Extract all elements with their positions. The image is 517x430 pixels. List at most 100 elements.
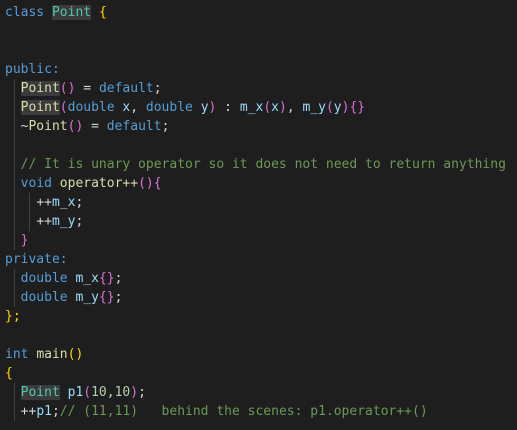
code-line: public: <box>5 60 60 79</box>
code-token: ( <box>59 100 68 115</box>
code-token: { <box>98 5 107 20</box>
code-line: } <box>5 231 29 250</box>
code-line: Point p1(10,10); <box>5 383 146 402</box>
code-line: // It is unary operator so it does not n… <box>5 155 506 174</box>
code-token: p1 <box>67 385 84 400</box>
code-token: ; <box>161 119 170 134</box>
code-token: Point <box>28 119 68 134</box>
code-token: ; <box>51 404 60 419</box>
code-line: { <box>5 364 13 383</box>
code-token: m_x <box>239 100 264 115</box>
code-token: public: <box>5 62 60 77</box>
code-token: } <box>20 233 29 248</box>
code-token: ; <box>75 214 84 229</box>
code-token: : <box>216 100 240 115</box>
code-token: {} <box>98 290 115 305</box>
code-token: // (11,11) behind the scenes: p1.operato… <box>59 404 428 419</box>
code-token: = <box>83 119 107 134</box>
code-line: ++m_x; <box>5 193 83 212</box>
code-token: m_x <box>75 271 99 286</box>
code-token: class <box>5 5 45 20</box>
code-line: double m_x{}; <box>5 269 123 288</box>
code-token: void <box>20 176 52 191</box>
code-token: p1 <box>36 404 52 419</box>
code-token: default <box>106 119 162 134</box>
code-token: () <box>138 176 154 191</box>
code-line: double m_y{}; <box>5 288 123 307</box>
code-token: () <box>67 347 84 362</box>
code-token: ) <box>130 385 139 400</box>
code-line: }; <box>5 307 21 326</box>
code-token: ; <box>138 385 146 400</box>
code-line: ++p1;// (11,11) behind the scenes: p1.op… <box>5 402 428 421</box>
code-token: Point <box>20 385 60 400</box>
code-token: m_x <box>51 195 76 210</box>
code-token: , <box>130 100 146 115</box>
code-token: ) <box>278 100 287 115</box>
code-token: Point <box>20 100 60 115</box>
code-token: default <box>98 81 154 96</box>
code-token: Point <box>20 81 60 96</box>
code-token: m_y <box>75 290 99 305</box>
code-line: void operator++(){ <box>5 174 162 193</box>
code-token: x <box>271 100 279 115</box>
code-token: ; <box>114 271 123 286</box>
code-token: , <box>286 100 303 115</box>
code-token: double <box>20 290 68 305</box>
code-token: double <box>67 100 115 115</box>
code-token: operator++ <box>59 176 139 191</box>
code-token: { <box>5 366 13 381</box>
code-token: ; <box>114 290 123 305</box>
code-token: private: <box>5 252 68 267</box>
code-token: main <box>36 347 68 362</box>
code-token: 10 <box>91 385 107 400</box>
code-token: m_y <box>302 100 326 115</box>
code-line: Point() = default; <box>5 79 162 98</box>
code-line: int main() <box>5 345 83 364</box>
code-token: double <box>145 100 193 115</box>
code-line: ~Point() = default; <box>5 117 170 136</box>
code-token: {} <box>349 100 366 115</box>
code-token: {} <box>98 271 115 286</box>
code-token: ; <box>75 195 84 210</box>
code-line: ++m_y; <box>5 212 83 231</box>
code-token: m_y <box>51 214 76 229</box>
code-token: ( <box>325 100 334 115</box>
code-token: int <box>5 347 29 362</box>
code-token: y <box>200 100 209 115</box>
code-token: , <box>106 385 115 400</box>
code-token: ( <box>263 100 272 115</box>
code-token: ( <box>83 385 92 400</box>
code-token: double <box>20 271 68 286</box>
code-line: Point(double x, double y) : m_x(x), m_y(… <box>5 98 365 117</box>
code-token: { <box>153 176 162 191</box>
code-token: ; <box>153 81 162 96</box>
code-token: ~ <box>5 119 29 134</box>
code-token: y <box>333 100 342 115</box>
code-editor[interactable]: class Point {public: Point() = default; … <box>0 0 517 430</box>
code-token: () <box>67 119 84 134</box>
code-token: ++ <box>36 214 52 229</box>
code-token: 10 <box>114 385 131 400</box>
code-token: = <box>75 81 99 96</box>
code-token: () <box>59 81 76 96</box>
code-line: class Point { <box>5 3 107 22</box>
code-token: // It is unary operator so it does not n… <box>20 157 506 172</box>
code-token: ++ <box>20 404 37 419</box>
code-token: }; <box>5 309 21 324</box>
